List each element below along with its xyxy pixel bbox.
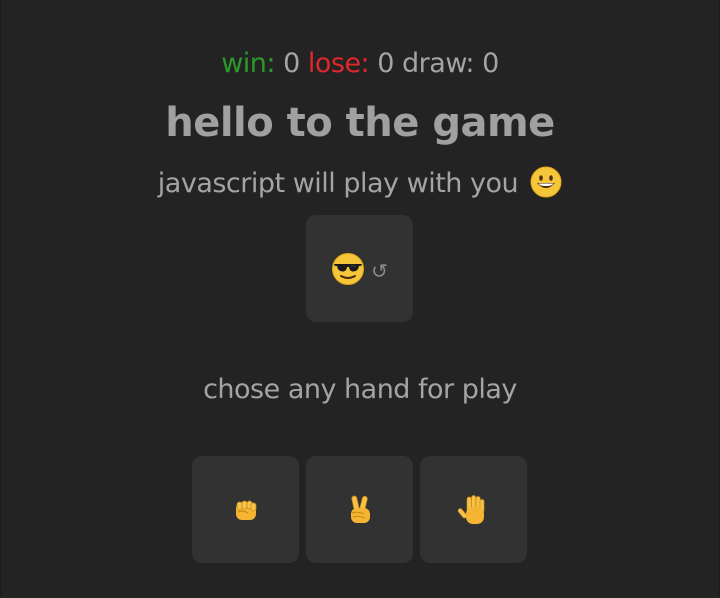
scoreboard: win: 0 lose: 0 draw: 0 — [0, 48, 720, 79]
paper-raised-hand-icon — [457, 494, 484, 524]
lose-label: lose: — [307, 48, 370, 79]
instruction-text: chose any hand for play — [203, 374, 517, 405]
page-title: hello to the game — [165, 100, 555, 146]
scissors-victory-hand-icon — [350, 495, 370, 523]
win-label: win: — [221, 48, 275, 79]
lose-count: 0 — [377, 48, 394, 79]
paper-button[interactable] — [420, 456, 527, 563]
rock-button[interactable] — [192, 456, 299, 563]
result-display[interactable]: ↺ — [306, 215, 413, 322]
subtitle: javascript will play with you — [0, 166, 720, 199]
scissors-button[interactable] — [306, 456, 413, 563]
sunglasses-face-icon — [332, 252, 365, 285]
hand-choices — [192, 456, 527, 563]
rock-fist-icon — [235, 500, 256, 520]
reload-icon[interactable]: ↺ — [371, 261, 388, 281]
win-count: 0 — [283, 48, 300, 79]
grinning-face-icon — [530, 166, 562, 198]
draw-label: draw: — [402, 48, 475, 79]
draw-count: 0 — [482, 48, 499, 79]
subtitle-text: javascript will play with you — [157, 168, 519, 199]
